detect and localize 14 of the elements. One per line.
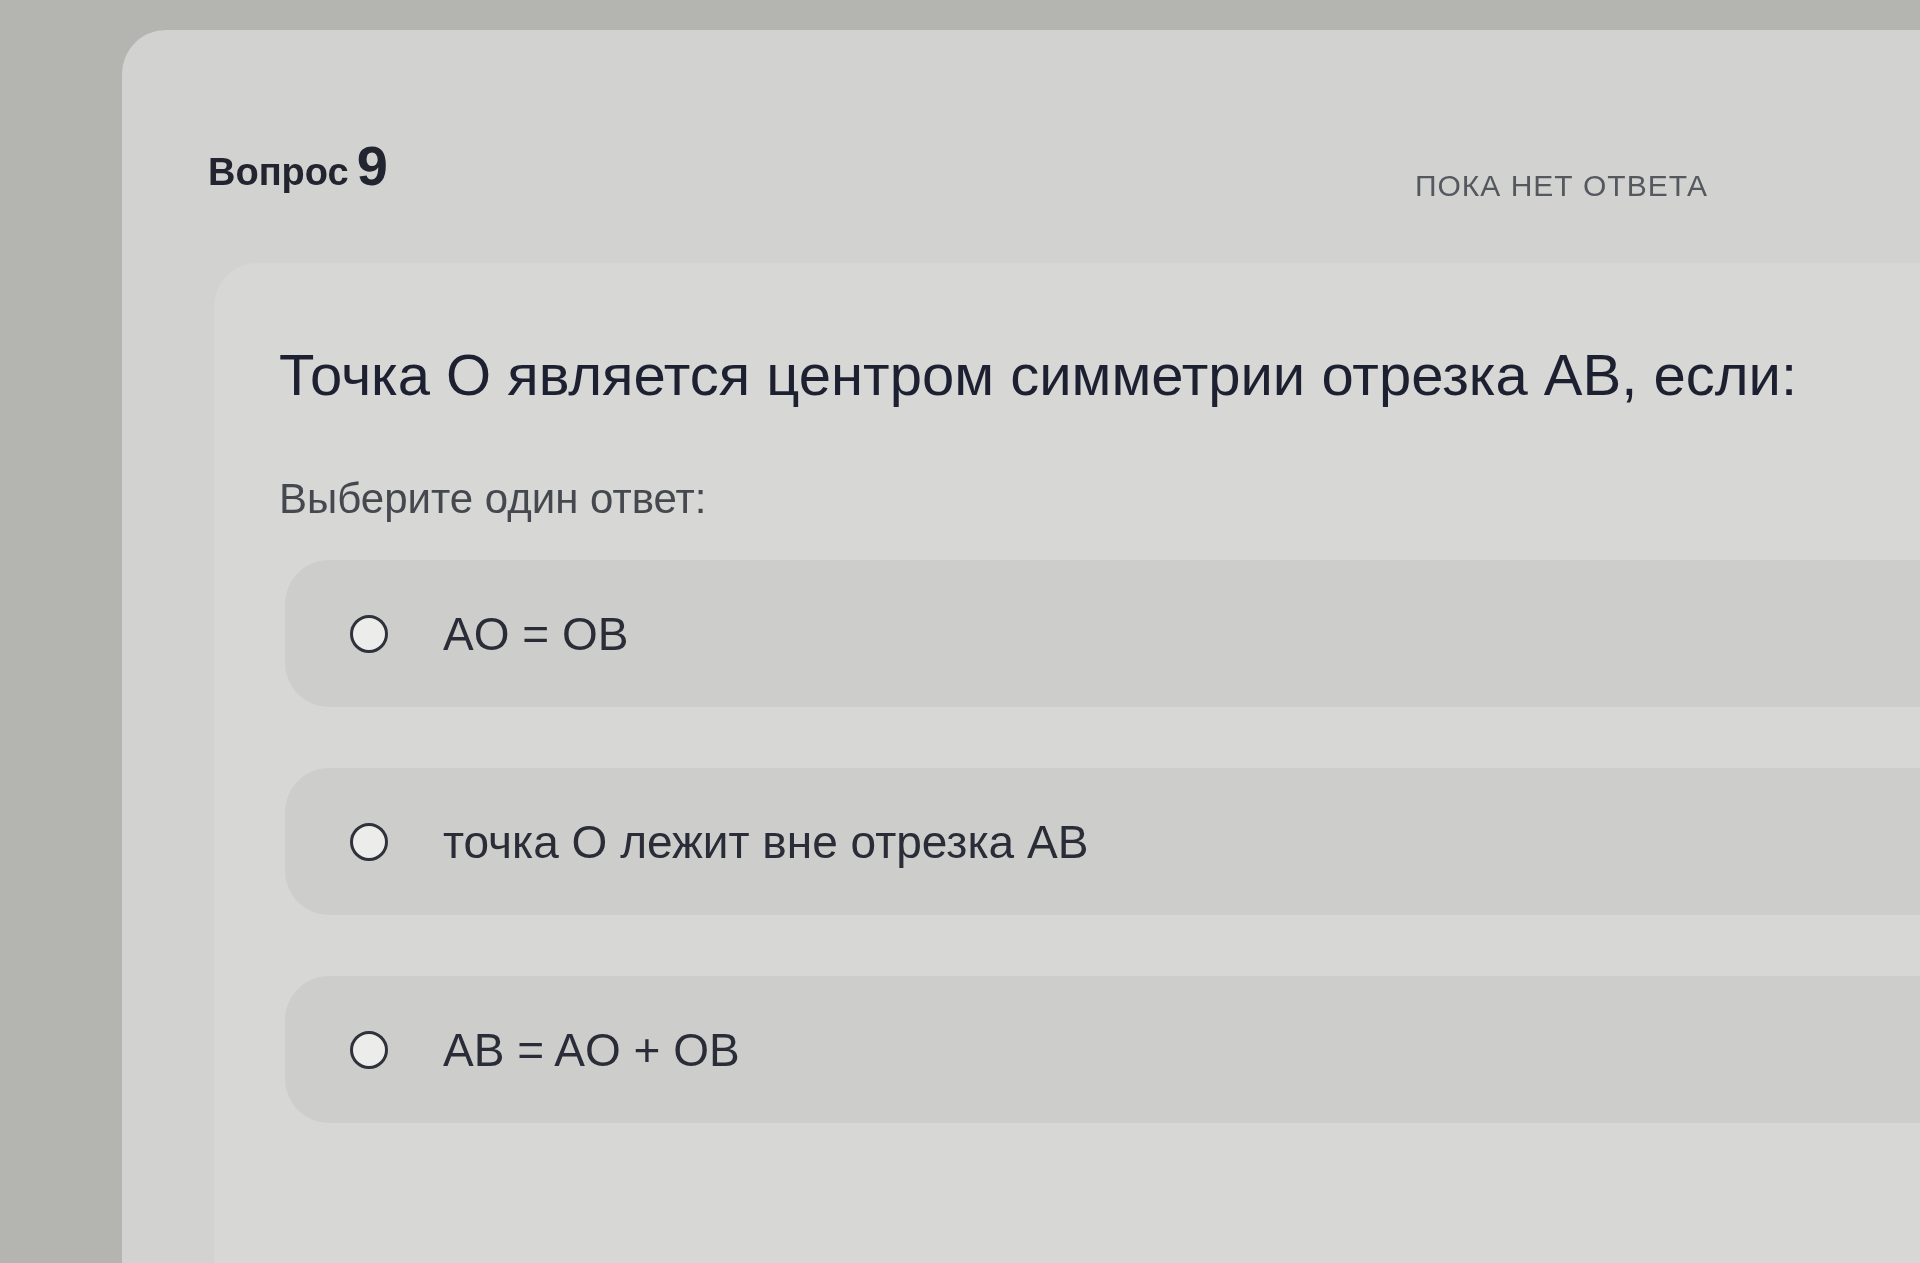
status-text: ПОКА НЕТ ОТВЕТА: [1414, 169, 1708, 203]
option-label: AO = OB: [443, 606, 629, 661]
option-label: AB = AO + OB: [443, 1022, 740, 1077]
answer-option[interactable]: AO = OB: [285, 560, 1920, 707]
question-label: Вопрос: [208, 150, 349, 194]
question-number: 9: [356, 136, 388, 196]
answer-option[interactable]: точка O лежит вне отрезка AB: [285, 768, 1920, 915]
radio-button[interactable]: [349, 1029, 389, 1070]
question-text: Точка O является центром симметрии отрезка AB, если:: [279, 343, 1798, 407]
instruction-text: Выберите один ответ:: [279, 475, 708, 523]
radio-button[interactable]: [349, 821, 389, 862]
option-label: точка O лежит вне отрезка AB: [443, 814, 1089, 869]
answer-option[interactable]: AB = AO + OB: [285, 976, 1920, 1123]
radio-button[interactable]: [349, 613, 389, 654]
